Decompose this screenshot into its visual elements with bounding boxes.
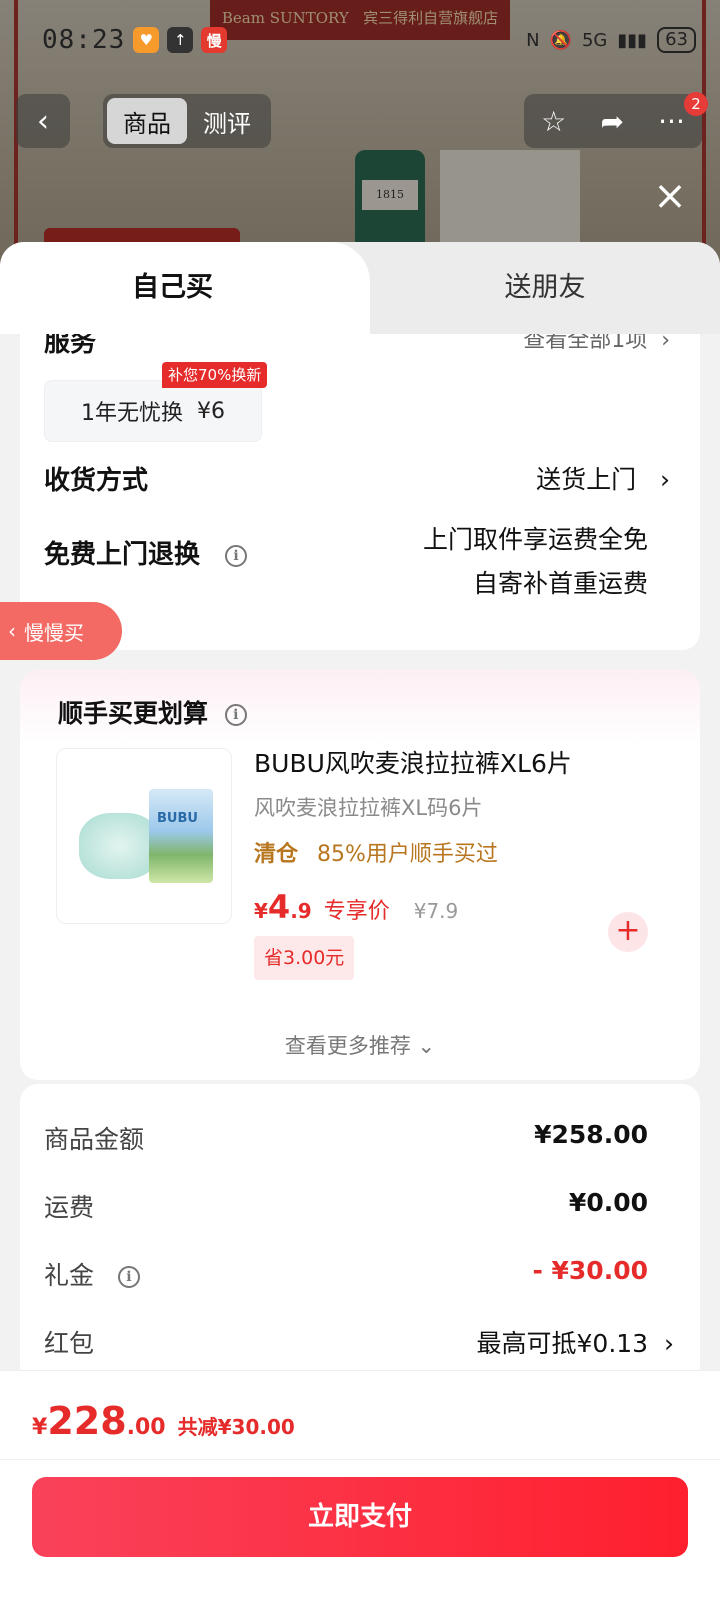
original-price: ¥7.9 — [413, 899, 459, 923]
delivery-value: 送货上门 — [536, 465, 637, 494]
info-icon[interactable]: i — [117, 1266, 140, 1288]
product-thumbnail[interactable]: BUBU — [56, 748, 232, 924]
heart-app-icon: ♥ — [133, 27, 160, 53]
gift-money-row: 礼金 i — [44, 1256, 140, 1292]
total-integer: 228 — [47, 1399, 127, 1443]
clearance-tag: 清仓 — [254, 842, 299, 867]
chevron-right-icon: › — [644, 465, 670, 494]
status-indicators: N 🔕 5G ▮▮▮ 63 — [526, 27, 696, 53]
close-icon[interactable]: × — [650, 176, 690, 216]
recommend-title: 顺手买更划算 i — [58, 694, 247, 730]
diaper-image — [79, 813, 159, 879]
goods-amount-value: ¥258.00 — [534, 1120, 648, 1149]
goods-amount-label: 商品金额 — [44, 1125, 145, 1154]
checkout-bar: ¥ 228 .00 共减¥30.00 立即支付 — [0, 1370, 720, 1610]
service-chip-price: ¥6 — [197, 398, 225, 424]
save-badge: 省3.00元 — [254, 936, 355, 980]
slow-buy-label: 慢慢买 — [24, 620, 84, 645]
delivery-option[interactable]: 送货上门 › — [536, 460, 670, 496]
status-time: 08:23 — [42, 25, 126, 55]
exclusive-price-tag: 专享价 — [323, 899, 390, 924]
product-price-row: ¥ 4 .9 专享价 ¥7.9 — [254, 888, 458, 926]
service-more-label: 查看全部1项 — [523, 334, 648, 353]
share-icon[interactable]: ➦ — [600, 105, 623, 138]
price-integer: 4 — [267, 888, 291, 926]
clearance-text: 85%用户顺手买过 — [317, 842, 498, 867]
chevron-left-icon: ‹ — [37, 103, 49, 139]
info-icon[interactable]: i — [225, 544, 248, 567]
tab-send-friend[interactable]: 送朋友 — [370, 242, 720, 334]
returns-row: 免费上门退换 i — [44, 534, 248, 571]
service-chip[interactable]: 1年无忧换 ¥6 — [44, 380, 262, 442]
service-title: 服务 — [44, 334, 97, 358]
pack-brand-text: BUBU — [157, 811, 198, 826]
total-reduction: 共减¥30.00 — [177, 1415, 295, 1439]
add-to-order-button[interactable]: + — [608, 912, 648, 952]
upload-icon: ↑ — [167, 27, 194, 53]
shipping-value: ¥0.00 — [568, 1188, 648, 1217]
top-tabs: 商品 测评 — [103, 94, 271, 148]
product-name[interactable]: BUBU风吹麦浪拉拉裤XL6片 — [254, 744, 572, 780]
clearance-info: 清仓 85%用户顺手买过 — [254, 836, 498, 868]
slow-buy-pill[interactable]: ‹ 慢慢买 — [0, 602, 122, 660]
chevron-right-icon: › — [654, 334, 670, 353]
returns-line-2: 自寄补首重运费 — [472, 569, 648, 598]
chevron-down-icon: ⌄ — [417, 1034, 436, 1058]
red-packet-label: 红包 — [44, 1329, 95, 1358]
recommend-card: 顺手买更划算 i BUBU BUBU风吹麦浪拉拉裤XL6片 风吹麦浪拉拉裤XL码… — [20, 670, 700, 1080]
chevron-left-icon: ‹ — [8, 619, 16, 643]
more-icon[interactable]: ··· — [658, 105, 685, 138]
tab-product[interactable]: 商品 — [107, 98, 187, 144]
total-price-row: ¥ 228 .00 共减¥30.00 — [32, 1399, 295, 1443]
top-actions: ☆ ➦ ··· — [524, 94, 702, 148]
red-packet-option[interactable]: 最高可抵¥0.13 › — [477, 1324, 674, 1360]
gift-money-label: 礼金 — [44, 1261, 95, 1290]
more-recommendations-label: 查看更多推荐 — [284, 1034, 411, 1058]
info-icon[interactable]: i — [224, 704, 247, 726]
divider — [0, 1459, 720, 1460]
product-subtitle: 风吹麦浪拉拉裤XL码6片 — [254, 796, 483, 820]
purchase-tabbar: 自己买 送朋友 — [0, 242, 720, 334]
returns-line-1: 上门取件享运费全免 — [422, 525, 648, 554]
total-currency: ¥ — [32, 1415, 48, 1440]
options-card: 服务 查看全部1项 › 1年无忧换 ¥6 补您70%换新 收货方式 送货上门 ›… — [20, 334, 700, 650]
service-promo-badge: 补您70%换新 — [162, 362, 268, 388]
status-bar: 08:23 ♥ ↑ 慢 N 🔕 5G ▮▮▮ 63 — [42, 22, 696, 58]
tab-buy-self[interactable]: 自己买 — [0, 242, 345, 334]
price-decimal: .9 — [290, 899, 312, 923]
star-icon[interactable]: ☆ — [541, 105, 566, 138]
network-label: 5G — [581, 29, 608, 51]
back-button[interactable]: ‹ — [16, 94, 70, 148]
returns-info: 上门取件享运费全免 自寄补首重运费 — [423, 518, 648, 606]
recommend-title-label: 顺手买更划算 — [58, 699, 209, 728]
plus-icon: + — [615, 913, 641, 948]
red-packet-value: 最高可抵¥0.13 — [476, 1329, 649, 1358]
nfc-icon: N — [526, 29, 540, 51]
service-more-link[interactable]: 查看全部1项 › — [523, 334, 670, 354]
gift-money-value: - ¥30.00 — [532, 1256, 648, 1285]
price-currency: ¥ — [254, 899, 268, 923]
returns-label: 免费上门退换 — [44, 540, 201, 570]
delivery-label: 收货方式 — [44, 466, 149, 496]
pay-now-button[interactable]: 立即支付 — [32, 1477, 688, 1557]
mute-bell-icon: 🔕 — [549, 29, 572, 51]
signal-icon: ▮▮▮ — [617, 29, 648, 51]
shipping-label: 运费 — [44, 1193, 95, 1222]
app-icon: 慢 — [201, 27, 228, 53]
total-decimal: .00 — [126, 1415, 166, 1440]
more-recommendations-link[interactable]: 查看更多推荐 ⌄ — [20, 1030, 700, 1060]
diaper-pack-image — [149, 789, 213, 883]
more-badge: 2 — [684, 92, 708, 116]
chevron-right-icon: › — [656, 1329, 674, 1358]
battery-indicator: 63 — [657, 27, 696, 53]
tab-review[interactable]: 测评 — [187, 98, 267, 144]
service-chip-label: 1年无忧换 — [81, 401, 183, 426]
price-summary-card: 商品金额 ¥258.00 运费 ¥0.00 礼金 i - ¥30.00 红包 最… — [20, 1084, 700, 1384]
